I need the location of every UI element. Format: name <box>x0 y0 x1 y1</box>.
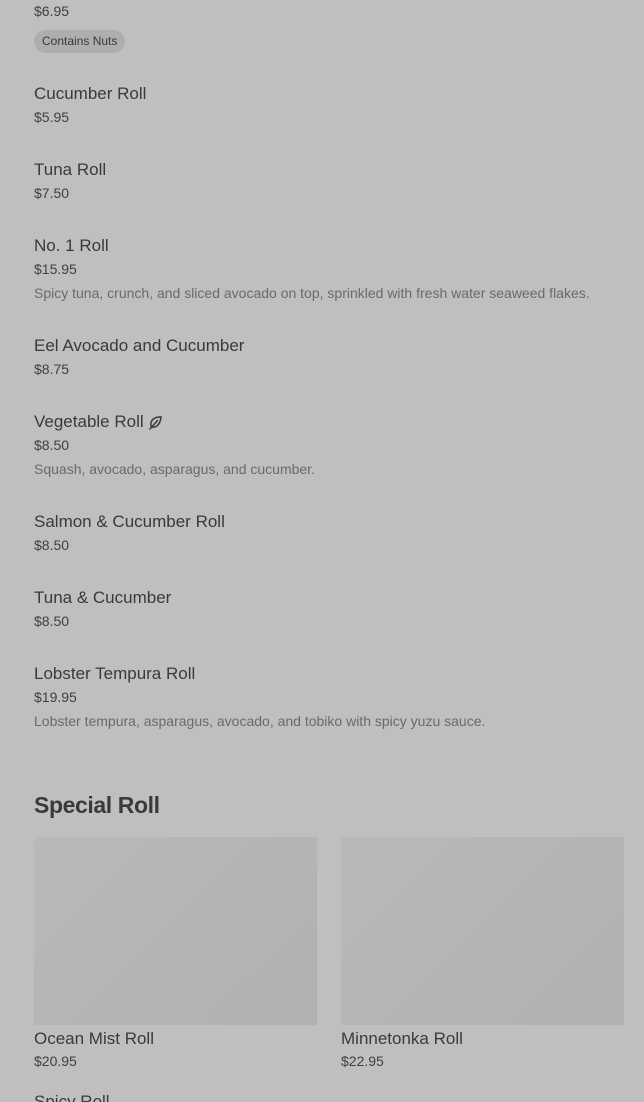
item-name-row: Vegetable Roll <box>34 412 624 432</box>
allergen-tag: Contains Nuts <box>34 30 126 53</box>
item-price: $22.95 <box>341 1053 384 1069</box>
item-description: Spicy tuna, crunch, and sliced avocado o… <box>34 285 590 301</box>
item-price: $8.50 <box>34 537 70 553</box>
item-name: Minnetonka Roll <box>341 1029 463 1048</box>
item-price: $8.75 <box>34 361 70 377</box>
menu-item-vegetable-roll[interactable]: Vegetable Roll $8.50 Squash, avocado, as… <box>34 412 624 477</box>
item-description: Lobster tempura, asparagus, avocado, and… <box>34 713 486 729</box>
item-price: $6.95 <box>34 3 70 19</box>
item-price: $19.95 <box>34 689 77 705</box>
item-price: $20.95 <box>34 1053 77 1069</box>
item-name: Tuna & Cucumber <box>34 588 172 607</box>
item-image-placeholder <box>341 837 624 1025</box>
menu-item-tuna-cucumber[interactable]: Tuna & Cucumber $8.50 <box>34 588 624 629</box>
menu-item-spicy-roll[interactable]: Spicy Roll <box>34 1092 110 1102</box>
item-name: Cucumber Roll <box>34 84 147 103</box>
item-name: Tuna Roll <box>34 160 107 179</box>
menu-item-cucumber-roll[interactable]: Cucumber Roll $5.95 <box>34 84 624 125</box>
item-name: Lobster Tempura Roll <box>34 664 196 683</box>
menu-item-lobster-tempura-roll[interactable]: Lobster Tempura Roll $19.95 Lobster temp… <box>34 664 624 729</box>
item-price: $8.50 <box>34 437 70 453</box>
vegetarian-leaf-icon <box>148 415 163 430</box>
menu-page: $6.95 Contains Nuts Cucumber Roll $5.95 … <box>0 0 644 1102</box>
menu-item-no-1-roll[interactable]: No. 1 Roll $15.95 Spicy tuna, crunch, an… <box>34 236 624 301</box>
menu-card-ocean-mist-roll[interactable]: Ocean Mist Roll $20.95 <box>34 837 317 1069</box>
item-price: $15.95 <box>34 261 77 277</box>
item-name: Vegetable Roll <box>34 412 144 431</box>
item-name: Ocean Mist Roll <box>34 1029 154 1048</box>
item-price: $5.95 <box>34 109 70 125</box>
item-price: $7.50 <box>34 185 70 201</box>
item-name: Salmon & Cucumber Roll <box>34 512 225 531</box>
menu-item-salmon-cucumber-roll[interactable]: Salmon & Cucumber Roll $8.50 <box>34 512 624 553</box>
menu-item-eel-avocado-cucumber[interactable]: Eel Avocado and Cucumber $8.75 <box>34 336 624 377</box>
section-heading-special-roll: Special Roll <box>34 792 160 818</box>
item-image-placeholder <box>34 837 317 1025</box>
menu-card-minnetonka-roll[interactable]: Minnetonka Roll $22.95 <box>341 837 624 1069</box>
item-description: Squash, avocado, asparagus, and cucumber… <box>34 461 315 477</box>
item-name: Eel Avocado and Cucumber <box>34 336 245 355</box>
item-price: $8.50 <box>34 613 70 629</box>
menu-item-tuna-roll[interactable]: Tuna Roll $7.50 <box>34 160 624 201</box>
item-name: No. 1 Roll <box>34 236 109 255</box>
